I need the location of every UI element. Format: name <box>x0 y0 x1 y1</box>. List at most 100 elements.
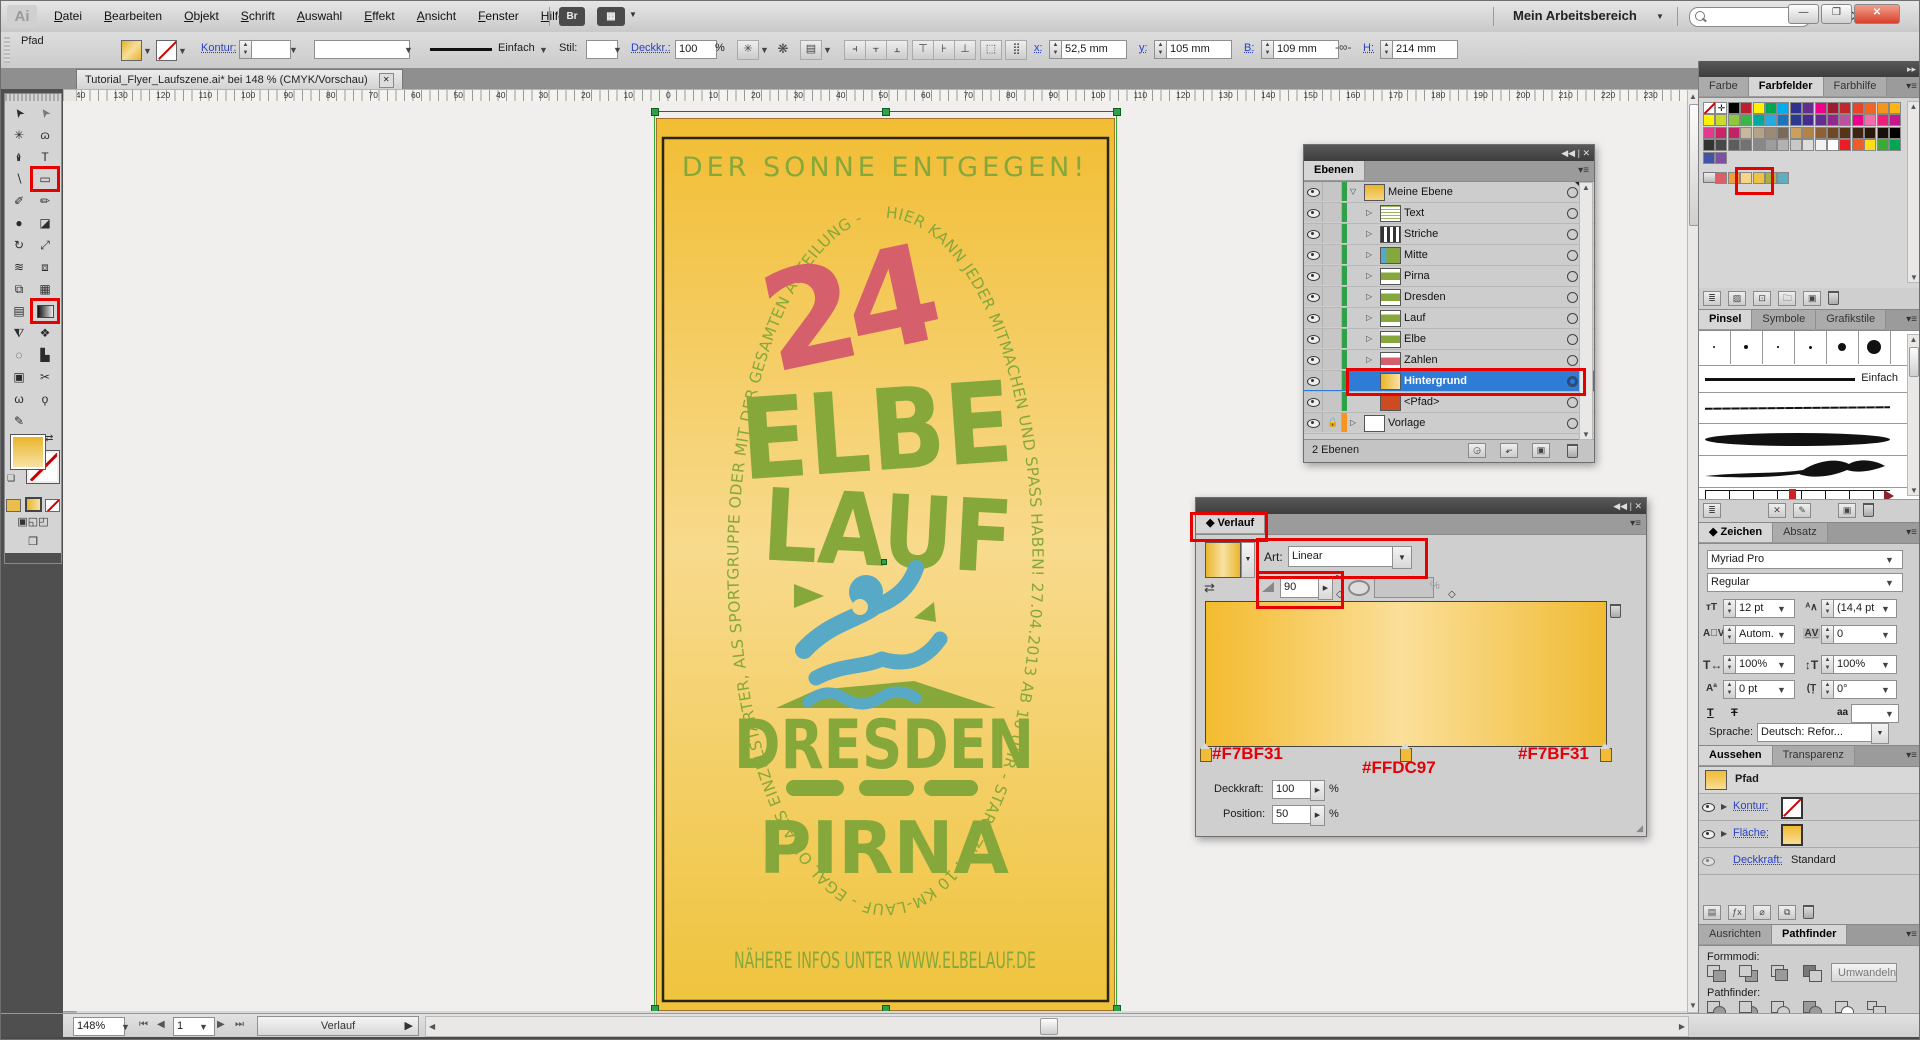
brush-options-icon[interactable]: ✎ <box>1793 503 1811 518</box>
arrange-documents-icon[interactable]: ▦ <box>597 7 625 26</box>
layer-row-dresden[interactable]: ▷Dresden <box>1304 287 1594 308</box>
calligraphic-brush[interactable] <box>1731 331 1763 364</box>
swatch[interactable] <box>1728 114 1740 126</box>
type-tool[interactable]: T <box>32 146 58 168</box>
zoom-caret[interactable]: ▼ <box>121 1022 130 1032</box>
stop-opacity-stepper[interactable]: ▶ <box>1310 780 1325 801</box>
layer-visibility-cell[interactable] <box>1304 308 1323 327</box>
align-top-icon[interactable]: ⊤ <box>912 40 934 60</box>
layers-panel-header[interactable]: ◀◀ | ✕ <box>1304 145 1594 161</box>
swatch[interactable] <box>1839 139 1851 151</box>
layer-row-elbe[interactable]: ▷Elbe <box>1304 329 1594 350</box>
swatch[interactable] <box>1889 139 1901 151</box>
width-field[interactable]: 109 mm <box>1273 40 1339 59</box>
selection-handle-topleft[interactable] <box>651 108 659 116</box>
new-effect-icon[interactable]: ƒx <box>1728 905 1746 920</box>
layer-visibility-cell[interactable] <box>1304 245 1323 264</box>
swatch[interactable] <box>1777 114 1789 126</box>
layer-row-striche[interactable]: ▷Striche <box>1304 224 1594 245</box>
symbol-sprayer-tool[interactable]: ◌ <box>6 344 32 366</box>
layer-lock-cell[interactable] <box>1323 350 1342 369</box>
align-bottom-icon[interactable]: ⊥ <box>954 40 976 60</box>
hscroll-left-icon[interactable]: ◀ <box>429 1022 435 1031</box>
appearance-panel-menu-icon[interactable]: ▾≡ <box>1906 746 1920 765</box>
brushes-scrollbar[interactable]: ▲ ▼ <box>1907 334 1920 496</box>
group-swatch[interactable] <box>1753 172 1765 184</box>
delete-swatch-icon[interactable] <box>1828 291 1839 305</box>
delete-appearance-icon[interactable] <box>1803 905 1814 919</box>
gradient-mode-button[interactable] <box>25 497 42 512</box>
tapered-brush-row[interactable] <box>1699 424 1920 456</box>
canvas-hscrollbar[interactable]: ◀ ▶ <box>425 1016 1689 1037</box>
tracking-caret[interactable]: ▼ <box>1881 630 1890 640</box>
gradient-slider-bar[interactable] <box>1205 601 1607 747</box>
recolor-caret[interactable]: ▼ <box>760 45 769 55</box>
stroke-weight-label[interactable]: Kontur: <box>201 42 236 54</box>
gradient-preview-swatch[interactable] <box>1205 542 1241 578</box>
font-size-caret[interactable]: ▼ <box>1777 604 1786 614</box>
menubar-item-bearbeiten[interactable]: Bearbeiten <box>93 1 173 32</box>
bridge-button[interactable]: Br <box>559 7 585 26</box>
gradient-tab[interactable]: ◆ Verlauf <box>1196 514 1265 533</box>
swatches-panel-menu-icon[interactable]: ▾≡ <box>1906 77 1920 96</box>
stroke-profile-caret[interactable]: ▼ <box>404 45 413 55</box>
layer-lock-cell[interactable] <box>1323 245 1342 264</box>
new-stroke-icon[interactable]: ▤ <box>1703 905 1721 920</box>
swatches-scroll-up[interactable]: ▲ <box>1908 102 1919 111</box>
paintbrush-tool[interactable]: ✐ <box>6 190 32 212</box>
stroke-profile-field[interactable] <box>314 40 410 59</box>
free-transform-tool[interactable]: ⧈ <box>32 256 58 278</box>
registration-swatch[interactable]: ✛ <box>1715 102 1727 114</box>
gradient-resize-grip[interactable]: ◢ <box>1636 823 1643 834</box>
layer-target-icon[interactable] <box>1567 334 1578 345</box>
swatch[interactable] <box>1889 102 1901 114</box>
swap-fill-stroke-icon[interactable]: ⇄ <box>45 433 53 444</box>
layer-target-icon[interactable] <box>1567 292 1578 303</box>
align-middle-icon[interactable]: ⊦ <box>933 40 955 60</box>
minimize-button[interactable]: — <box>1788 4 1819 24</box>
pencil-tool[interactable]: ✏ <box>32 190 58 212</box>
height-label[interactable]: H: <box>1363 42 1374 54</box>
artboard-caret[interactable]: ▼ <box>199 1022 208 1032</box>
swatch[interactable] <box>1765 114 1777 126</box>
swatch[interactable] <box>1877 139 1889 151</box>
tape-brush-row[interactable] <box>1699 488 1920 500</box>
character-tab-absatz[interactable]: Absatz <box>1773 523 1828 542</box>
stroke-weight-field[interactable] <box>251 40 291 59</box>
layer-row-pirna[interactable]: ▷Pirna <box>1304 266 1594 287</box>
mesh-tool[interactable]: ▤ <box>6 300 32 322</box>
eraser-tool[interactable]: ◪ <box>32 212 58 234</box>
swatch[interactable] <box>1852 127 1864 139</box>
fill-color-control[interactable] <box>11 435 45 469</box>
expand-button[interactable]: Umwandeln <box>1831 963 1897 982</box>
hand-tool[interactable]: ω <box>6 388 32 410</box>
gradient-swatch-caret[interactable]: ▼ <box>1241 542 1255 578</box>
column-graph-tool[interactable]: ▙ <box>32 344 58 366</box>
direct-selection-tool[interactable]: ➤ <box>32 102 58 124</box>
line-segment-tool[interactable]: ∖ <box>6 168 32 190</box>
charcoal-brush-row[interactable] <box>1699 393 1920 424</box>
new-swatch-icon[interactable]: ▣ <box>1803 291 1821 306</box>
menubar-item-datei[interactable]: Datei <box>43 1 93 32</box>
layer-row-mitte[interactable]: ▷Mitte <box>1304 245 1594 266</box>
width-tool[interactable]: ≋ <box>6 256 32 278</box>
gradient-stop-right[interactable] <box>1600 748 1612 762</box>
make-clipping-mask-icon[interactable]: ◶ <box>1468 443 1486 458</box>
layer-visibility-cell[interactable] <box>1304 371 1323 390</box>
layer-expand-icon[interactable]: ▷ <box>1366 313 1372 322</box>
close-button[interactable]: ✕ <box>1854 4 1900 24</box>
layers-collapse-icon[interactable]: ◀◀ <box>1561 148 1575 158</box>
calligraphic-brush-row[interactable] <box>1699 331 1920 366</box>
layer-target-icon[interactable] <box>1567 229 1578 240</box>
opacity-label[interactable]: Deckkr.: <box>631 42 671 54</box>
document-setup-icon[interactable]: ▤ <box>800 40 822 60</box>
layer-target-icon[interactable] <box>1567 418 1578 429</box>
baseline-caret[interactable]: ▼ <box>1777 685 1786 695</box>
link-dimensions-icon[interactable]: -∞- <box>1335 40 1352 54</box>
recolor-artwork-icon[interactable]: ✳ <box>737 40 759 60</box>
appearance-fill-row[interactable]: ▶ Fläche: <box>1699 821 1920 848</box>
swatch-kinds-icon[interactable]: ▨ <box>1728 291 1746 306</box>
swatch[interactable] <box>1889 114 1901 126</box>
layer-row-meineebene[interactable]: ▽Meine Ebene <box>1304 182 1594 203</box>
layer-expand-icon[interactable]: ▽ <box>1350 187 1356 196</box>
